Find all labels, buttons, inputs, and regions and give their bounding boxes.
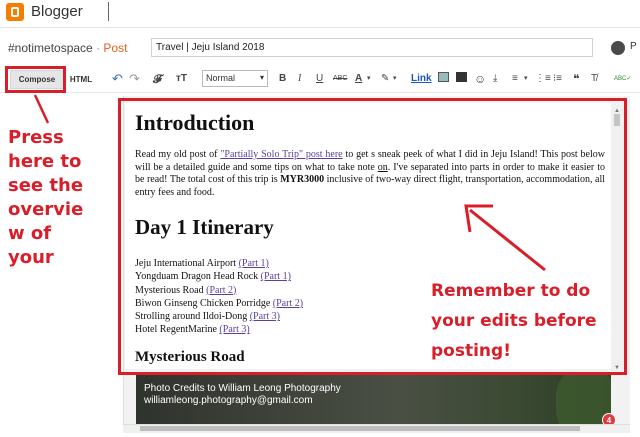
arrow-line-left: [33, 94, 50, 124]
arrow-line-right: [469, 208, 546, 272]
annotation-remember: Remember to do your edits before posting…: [431, 281, 597, 361]
annotation-press-here: Press here to see the overvie w of your: [8, 127, 84, 268]
